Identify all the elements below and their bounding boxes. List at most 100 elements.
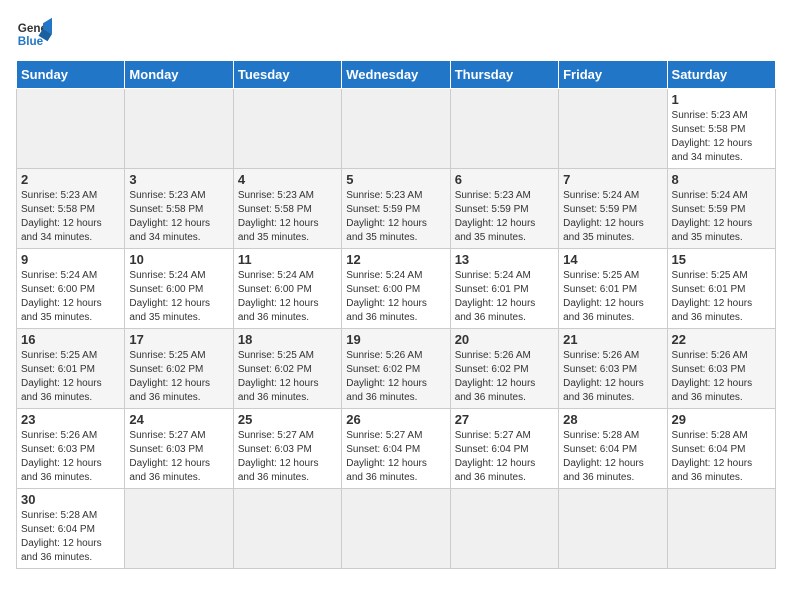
day-info: Sunrise: 5:23 AM Sunset: 5:58 PM Dayligh…	[21, 189, 120, 245]
day-number: 21	[563, 332, 662, 347]
day-info: Sunrise: 5:23 AM Sunset: 5:58 PM Dayligh…	[672, 109, 771, 165]
calendar-cell: 30Sunrise: 5:28 AM Sunset: 6:04 PM Dayli…	[17, 489, 125, 569]
day-number: 27	[455, 412, 554, 427]
calendar-cell	[233, 89, 341, 169]
day-number: 8	[672, 172, 771, 187]
day-info: Sunrise: 5:24 AM Sunset: 6:00 PM Dayligh…	[346, 269, 445, 325]
day-number: 3	[129, 172, 228, 187]
day-number: 23	[21, 412, 120, 427]
day-number: 6	[455, 172, 554, 187]
header: General Blue	[16, 16, 776, 52]
calendar-cell: 28 Sunrise: 5:28 AM Sunset: 6:04 PM Dayli…	[559, 409, 667, 489]
day-number: 20	[455, 332, 554, 347]
day-number: 19	[346, 332, 445, 347]
calendar-cell	[450, 89, 558, 169]
calendar-cell	[17, 89, 125, 169]
day-number: 16	[21, 332, 120, 347]
calendar-cell: 16 Sunrise: 5:25 AM Sunset: 6:01 PM Dayli…	[17, 329, 125, 409]
calendar-cell: 11 Sunrise: 5:24 AM Sunset: 6:00 PM Dayli…	[233, 249, 341, 329]
calendar-cell	[125, 489, 233, 569]
day-info: Sunrise: 5:24 AM Sunset: 6:00 PM Dayligh…	[129, 269, 228, 325]
calendar-cell: 7 Sunrise: 5:24 AM Sunset: 5:59 PM Daylig…	[559, 169, 667, 249]
calendar-cell: 6Sunrise: 5:23 AM Sunset: 5:59 PM Daylig…	[450, 169, 558, 249]
day-number: 7	[563, 172, 662, 187]
calendar-cell: 23Sunrise: 5:26 AM Sunset: 6:03 PM Dayli…	[17, 409, 125, 489]
day-number: 17	[129, 332, 228, 347]
calendar-cell: 17 Sunrise: 5:25 AM Sunset: 6:02 PM Dayli…	[125, 329, 233, 409]
day-info: Sunrise: 5:27 AM Sunset: 6:04 PM Dayligh…	[346, 429, 445, 485]
day-info: Sunrise: 5:26 AM Sunset: 6:03 PM Dayligh…	[672, 349, 771, 405]
calendar-cell: 14Sunrise: 5:25 AM Sunset: 6:01 PM Dayli…	[559, 249, 667, 329]
day-number: 29	[672, 412, 771, 427]
day-number: 13	[455, 252, 554, 267]
day-info: Sunrise: 5:27 AM Sunset: 6:03 PM Dayligh…	[129, 429, 228, 485]
calendar-cell	[667, 489, 775, 569]
calendar-cell	[125, 89, 233, 169]
day-info: Sunrise: 5:28 AM Sunset: 6:04 PM Dayligh…	[21, 509, 120, 565]
calendar-cell	[559, 89, 667, 169]
day-number: 26	[346, 412, 445, 427]
calendar-cell: 12 Sunrise: 5:24 AM Sunset: 6:00 PM Dayli…	[342, 249, 450, 329]
calendar-cell: 15 Sunrise: 5:25 AM Sunset: 6:01 PM Dayli…	[667, 249, 775, 329]
day-info: Sunrise: 5:25 AM Sunset: 6:01 PM Dayligh…	[21, 349, 120, 405]
calendar-cell: 8Sunrise: 5:24 AM Sunset: 5:59 PM Daylig…	[667, 169, 775, 249]
calendar-cell: 26 Sunrise: 5:27 AM Sunset: 6:04 PM Dayli…	[342, 409, 450, 489]
calendar-cell: 24 Sunrise: 5:27 AM Sunset: 6:03 PM Dayli…	[125, 409, 233, 489]
day-info: Sunrise: 5:26 AM Sunset: 6:02 PM Dayligh…	[455, 349, 554, 405]
day-number: 25	[238, 412, 337, 427]
svg-text:Blue: Blue	[18, 35, 44, 48]
day-number: 10	[129, 252, 228, 267]
weekday-header-thursday: Thursday	[450, 61, 558, 89]
day-number: 15	[672, 252, 771, 267]
day-number: 18	[238, 332, 337, 347]
day-number: 28	[563, 412, 662, 427]
day-info: Sunrise: 5:26 AM Sunset: 6:03 PM Dayligh…	[563, 349, 662, 405]
calendar-cell: 4Sunrise: 5:23 AM Sunset: 5:58 PM Daylig…	[233, 169, 341, 249]
day-number: 9	[21, 252, 120, 267]
calendar-cell: 19 Sunrise: 5:26 AM Sunset: 6:02 PM Dayli…	[342, 329, 450, 409]
calendar-cell: 22 Sunrise: 5:26 AM Sunset: 6:03 PM Dayli…	[667, 329, 775, 409]
calendar-cell: 27Sunrise: 5:27 AM Sunset: 6:04 PM Dayli…	[450, 409, 558, 489]
weekday-header-sunday: Sunday	[17, 61, 125, 89]
day-info: Sunrise: 5:24 AM Sunset: 6:00 PM Dayligh…	[238, 269, 337, 325]
calendar-cell	[450, 489, 558, 569]
generalblue-logo-icon: General Blue	[16, 16, 52, 52]
calendar-table: SundayMondayTuesdayWednesdayThursdayFrid…	[16, 60, 776, 569]
day-number: 11	[238, 252, 337, 267]
day-number: 12	[346, 252, 445, 267]
day-number: 24	[129, 412, 228, 427]
calendar-cell: 29 Sunrise: 5:28 AM Sunset: 6:04 PM Dayli…	[667, 409, 775, 489]
day-info: Sunrise: 5:28 AM Sunset: 6:04 PM Dayligh…	[563, 429, 662, 485]
day-info: Sunrise: 5:27 AM Sunset: 6:03 PM Dayligh…	[238, 429, 337, 485]
day-info: Sunrise: 5:24 AM Sunset: 6:01 PM Dayligh…	[455, 269, 554, 325]
weekday-header-friday: Friday	[559, 61, 667, 89]
day-info: Sunrise: 5:25 AM Sunset: 6:02 PM Dayligh…	[238, 349, 337, 405]
day-info: Sunrise: 5:26 AM Sunset: 6:02 PM Dayligh…	[346, 349, 445, 405]
weekday-header-monday: Monday	[125, 61, 233, 89]
day-number: 5	[346, 172, 445, 187]
calendar-cell: 3Sunrise: 5:23 AM Sunset: 5:58 PM Daylig…	[125, 169, 233, 249]
calendar-cell: 5 Sunrise: 5:23 AM Sunset: 5:59 PM Daylig…	[342, 169, 450, 249]
day-info: Sunrise: 5:24 AM Sunset: 6:00 PM Dayligh…	[21, 269, 120, 325]
calendar-cell: 9 Sunrise: 5:24 AM Sunset: 6:00 PM Daylig…	[17, 249, 125, 329]
day-number: 2	[21, 172, 120, 187]
day-number: 14	[563, 252, 662, 267]
weekday-header-tuesday: Tuesday	[233, 61, 341, 89]
day-info: Sunrise: 5:28 AM Sunset: 6:04 PM Dayligh…	[672, 429, 771, 485]
calendar-cell: 20 Sunrise: 5:26 AM Sunset: 6:02 PM Dayli…	[450, 329, 558, 409]
day-info: Sunrise: 5:25 AM Sunset: 6:02 PM Dayligh…	[129, 349, 228, 405]
calendar-cell: 10 Sunrise: 5:24 AM Sunset: 6:00 PM Dayli…	[125, 249, 233, 329]
calendar-cell	[559, 489, 667, 569]
day-number: 1	[672, 92, 771, 107]
calendar-cell: 25 Sunrise: 5:27 AM Sunset: 6:03 PM Dayli…	[233, 409, 341, 489]
day-info: Sunrise: 5:23 AM Sunset: 5:59 PM Dayligh…	[346, 189, 445, 245]
calendar-cell: 18 Sunrise: 5:25 AM Sunset: 6:02 PM Dayli…	[233, 329, 341, 409]
weekday-header-saturday: Saturday	[667, 61, 775, 89]
day-info: Sunrise: 5:24 AM Sunset: 5:59 PM Dayligh…	[563, 189, 662, 245]
day-info: Sunrise: 5:25 AM Sunset: 6:01 PM Dayligh…	[672, 269, 771, 325]
day-number: 22	[672, 332, 771, 347]
calendar-cell: 13 Sunrise: 5:24 AM Sunset: 6:01 PM Dayli…	[450, 249, 558, 329]
weekday-header-wednesday: Wednesday	[342, 61, 450, 89]
day-info: Sunrise: 5:23 AM Sunset: 5:58 PM Dayligh…	[238, 189, 337, 245]
calendar-cell	[233, 489, 341, 569]
